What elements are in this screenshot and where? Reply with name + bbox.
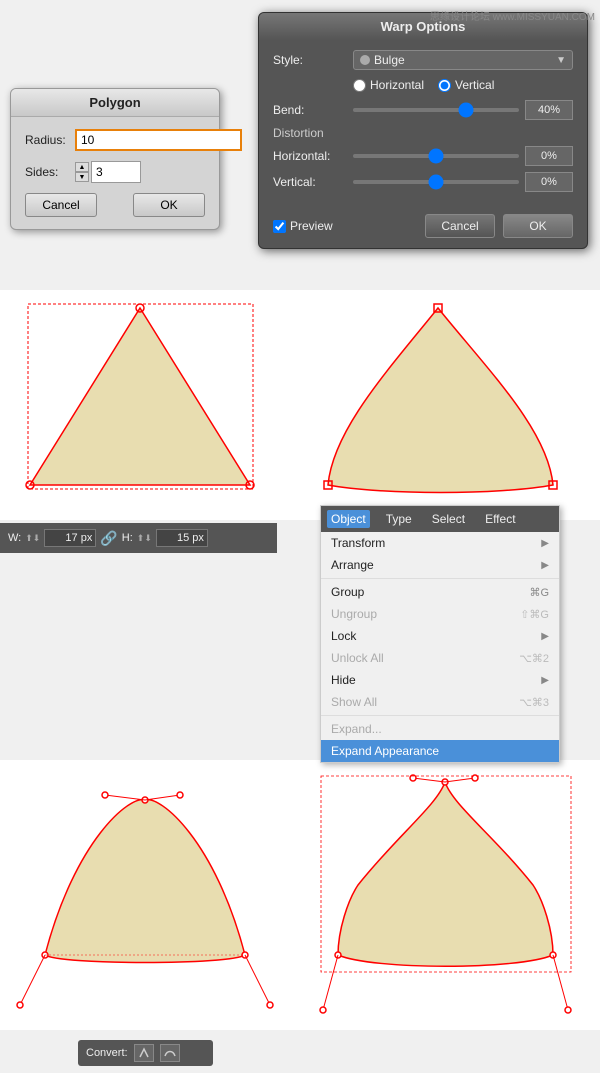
vertical-radio-label[interactable]: Vertical [438, 78, 494, 92]
left-bottom-svg [15, 770, 275, 1025]
menu-arrange[interactable]: Arrange ▶ [321, 554, 559, 576]
menu-show-all: Show All ⌥⌘3 [321, 691, 559, 713]
polygon-dialog: Polygon Radius: Sides: ▲ ▼ Cancel OK [10, 88, 220, 230]
menu-object-item[interactable]: Object [327, 510, 370, 528]
horizontal-radio[interactable] [353, 79, 366, 92]
sides-input[interactable] [91, 161, 141, 183]
ungroup-shortcut: ⇧⌘G [520, 608, 549, 621]
orientation-radio-group: Horizontal Vertical [353, 78, 494, 92]
right-bottom-svg [318, 770, 573, 1025]
bottom-canvas-area [0, 760, 600, 1030]
lock-arrow: ▶ [541, 631, 549, 642]
menu-lock[interactable]: Lock ▶ [321, 625, 559, 647]
vert-dist-label: Vertical: [273, 175, 353, 189]
hide-arrow: ▶ [541, 675, 549, 686]
style-dropdown-arrow: ▼ [556, 55, 566, 66]
polygon-ok-button[interactable]: OK [133, 193, 205, 217]
menu-hide[interactable]: Hide ▶ [321, 669, 559, 691]
w-input[interactable] [44, 529, 96, 547]
vertical-radio-text: Vertical [455, 78, 494, 92]
radius-label: Radius: [25, 133, 75, 147]
group-label: Group [331, 585, 364, 599]
preview-checkbox-label[interactable]: Preview [273, 219, 333, 233]
menu-expand-appearance[interactable]: Expand Appearance [321, 740, 559, 762]
w-stepper-icon: ⬆⬇ [25, 533, 40, 544]
sides-stepper[interactable]: ▲ ▼ [75, 162, 89, 182]
h-input[interactable] [156, 529, 208, 547]
convert-corner-button[interactable] [134, 1044, 154, 1062]
menu-group[interactable]: Group ⌘G [321, 581, 559, 603]
right-triangle-svg [308, 290, 573, 510]
menu-ungroup: Ungroup ⇧⌘G [321, 603, 559, 625]
convert-label: Convert: [86, 1047, 128, 1059]
warp-dialog: Warp Options Style: Bulge ▼ Horizontal V… [258, 12, 588, 249]
w-label: W: [8, 532, 21, 544]
separator-2 [321, 715, 559, 716]
toolbar-bar: W: ⬆⬇ 🔗 H: ⬆⬇ [0, 523, 277, 553]
horiz-dist-value[interactable] [525, 146, 573, 166]
warp-cancel-button[interactable]: Cancel [425, 214, 495, 238]
menu-effect-item[interactable]: Effect [481, 510, 519, 528]
horiz-dist-slider[interactable] [353, 154, 519, 158]
vert-dist-value[interactable] [525, 172, 573, 192]
vertical-radio[interactable] [438, 79, 451, 92]
expand-appearance-label: Expand Appearance [331, 744, 439, 758]
separator-1 [321, 578, 559, 579]
menu-type-item[interactable]: Type [382, 510, 416, 528]
bend-value[interactable] [525, 100, 573, 120]
canvas-area-top [0, 290, 600, 520]
sides-down-button[interactable]: ▼ [75, 172, 89, 182]
lock-label: Lock [331, 629, 356, 643]
style-bullet [360, 55, 370, 65]
preview-label: Preview [290, 219, 333, 233]
menu-unlock-all: Unlock All ⌥⌘2 [321, 647, 559, 669]
polygon-dialog-title: Polygon [11, 89, 219, 117]
menu-expand: Expand... [321, 718, 559, 740]
link-icon: 🔗 [100, 530, 117, 547]
group-shortcut: ⌘G [529, 586, 549, 599]
style-value: Bulge [374, 53, 405, 67]
expand-label: Expand... [331, 722, 382, 736]
arrange-label: Arrange [331, 558, 374, 572]
distortion-label: Distortion [273, 126, 573, 140]
bend-label: Bend: [273, 103, 353, 117]
show-all-shortcut: ⌥⌘3 [519, 696, 549, 709]
h-stepper-icon: ⬆⬇ [137, 533, 152, 544]
style-label: Style: [273, 53, 353, 67]
horiz-dist-label: Horizontal: [273, 149, 353, 163]
menu-select-item[interactable]: Select [428, 510, 469, 528]
menu-transform[interactable]: Transform ▶ [321, 532, 559, 554]
unlock-all-label: Unlock All [331, 651, 384, 665]
ungroup-label: Ungroup [331, 607, 377, 621]
warp-ok-button[interactable]: OK [503, 214, 573, 238]
transform-arrow: ▶ [541, 538, 549, 549]
style-select[interactable]: Bulge ▼ [353, 50, 573, 70]
transform-label: Transform [331, 536, 385, 550]
horizontal-radio-text: Horizontal [370, 78, 424, 92]
watermark-text: 思缘设计论坛 www.MISSYUAN.COM [430, 8, 595, 23]
polygon-cancel-button[interactable]: Cancel [25, 193, 97, 217]
convert-smooth-button[interactable] [160, 1044, 180, 1062]
sides-label: Sides: [25, 165, 75, 179]
unlock-all-shortcut: ⌥⌘2 [519, 652, 549, 665]
hide-label: Hide [331, 673, 356, 687]
convert-toolbar: Convert: [78, 1040, 213, 1066]
arrange-arrow: ▶ [541, 560, 549, 571]
vert-dist-slider[interactable] [353, 180, 519, 184]
horizontal-radio-label[interactable]: Horizontal [353, 78, 424, 92]
h-label: H: [122, 532, 133, 544]
sides-up-button[interactable]: ▲ [75, 162, 89, 172]
object-menu: Object Type Select Effect Transform ▶ Ar… [320, 505, 560, 763]
preview-checkbox[interactable] [273, 220, 286, 233]
left-triangle-svg [10, 290, 275, 510]
bend-slider[interactable] [353, 108, 519, 112]
show-all-label: Show All [331, 695, 377, 709]
radius-input[interactable] [75, 129, 242, 151]
menu-bar-top: Object Type Select Effect [321, 506, 559, 532]
